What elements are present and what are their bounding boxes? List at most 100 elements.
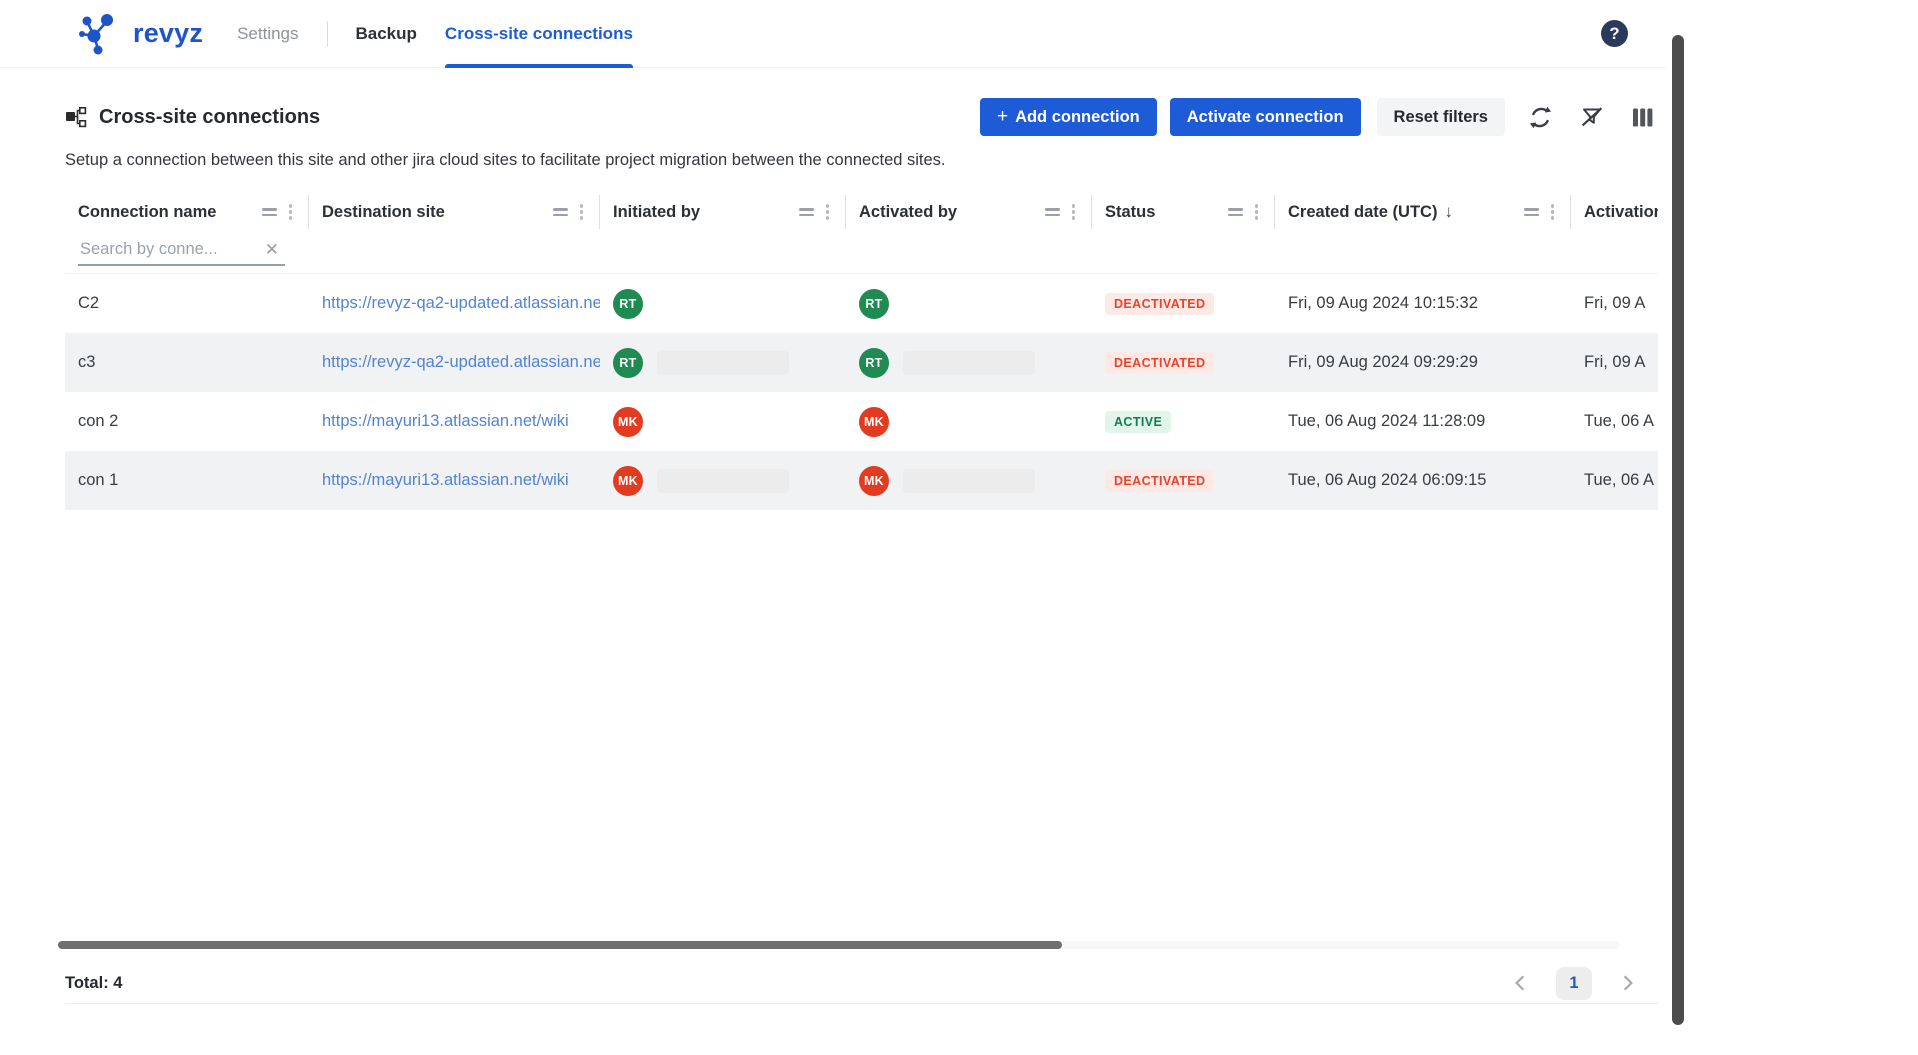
activation-date-cell: Tue, 06 A [1571, 392, 1658, 451]
table-row[interactable]: con 1 https://mayuri13.atlassian.net/wiki… [65, 451, 1658, 510]
add-connection-button[interactable]: +Add connection [980, 98, 1157, 136]
column-header-destination-site[interactable]: Destination site [309, 195, 600, 229]
vertical-scrollbar-thumb[interactable] [1672, 35, 1684, 1025]
table-filter-row: ✕ [65, 232, 1658, 274]
filter-off-icon [1579, 104, 1605, 130]
column-header-status[interactable]: Status [1092, 195, 1275, 229]
table-header-row: Connection name Destination site Initiat… [65, 192, 1658, 232]
table-body: C2 https://revyz-qa2-updated.atlassian.ne… [65, 274, 1658, 510]
columns-icon [1630, 105, 1655, 130]
destination-link[interactable]: https://revyz-qa2-updated.atlassian.net [322, 294, 600, 313]
horizontal-scrollbar-thumb[interactable] [58, 941, 1062, 949]
connection-name-cell: con 1 [65, 451, 309, 510]
activated-by-cell: MK [846, 392, 1092, 451]
destination-site-cell: https://mayuri13.atlassian.net/wiki [309, 451, 600, 510]
column-header-activation-date[interactable]: Activation date (UTC) [1571, 195, 1658, 229]
activated-by-cell: RT [846, 333, 1092, 392]
column-header-created-date[interactable]: Created date (UTC) ↓ [1275, 195, 1571, 229]
destination-link[interactable]: https://mayuri13.atlassian.net/wiki [322, 471, 569, 490]
tab-backup[interactable]: Backup [356, 0, 417, 67]
column-filter-icon[interactable] [553, 208, 568, 216]
connection-name-cell: C2 [65, 274, 309, 333]
column-menu-icon[interactable] [1253, 202, 1261, 222]
clear-column-filters-button[interactable] [1576, 101, 1608, 133]
connection-name-cell: con 2 [65, 392, 309, 451]
initiated-by-avatar: RT [613, 289, 643, 319]
activated-by-cell: MK [846, 451, 1092, 510]
column-header-activated-by[interactable]: Activated by [846, 195, 1092, 229]
clear-search-icon[interactable]: ✕ [259, 241, 285, 258]
tab-divider [327, 21, 328, 47]
column-menu-icon[interactable] [1070, 202, 1078, 222]
table-row[interactable]: con 2 https://mayuri13.atlassian.net/wiki… [65, 392, 1658, 451]
horizontal-scrollbar-track[interactable] [58, 941, 1620, 949]
status-badge: DEACTIVATED [1105, 352, 1214, 374]
column-menu-icon[interactable] [824, 202, 832, 222]
connections-table: Connection name Destination site Initiat… [65, 192, 1658, 510]
page-header: Cross-site connections +Add connection A… [65, 98, 1658, 136]
chevron-left-icon [1512, 974, 1528, 992]
created-date-cell: Fri, 09 Aug 2024 09:29:29 [1275, 333, 1571, 392]
status-badge: DEACTIVATED [1105, 293, 1214, 315]
sort-desc-icon[interactable]: ↓ [1444, 202, 1453, 222]
skeleton-placeholder [903, 469, 1035, 493]
app-root: revyz Settings Backup Cross-site connect… [0, 0, 1918, 1055]
connection-name-cell: c3 [65, 333, 309, 392]
initiated-by-avatar: RT [613, 348, 643, 378]
question-mark-icon: ? [1609, 24, 1619, 44]
reset-filters-button[interactable]: Reset filters [1377, 98, 1505, 136]
column-header-initiated-by[interactable]: Initiated by [600, 195, 846, 229]
initiated-by-cell: RT [600, 333, 846, 392]
column-filter-icon[interactable] [1045, 208, 1060, 216]
activation-date-cell: Tue, 06 A [1571, 451, 1658, 510]
destination-link[interactable]: https://revyz-qa2-updated.atlassian.net [322, 353, 600, 372]
column-filter-icon[interactable] [1524, 208, 1539, 216]
nav-tabs: Settings Backup Cross-site connections [237, 0, 633, 67]
activate-connection-button[interactable]: Activate connection [1170, 98, 1361, 136]
status-cell: DEACTIVATED [1092, 333, 1275, 392]
table-footer: Total: 4 1 [65, 963, 1658, 1003]
chevron-right-icon [1620, 974, 1636, 992]
plus-icon: + [997, 106, 1008, 127]
columns-button[interactable] [1627, 102, 1658, 133]
activation-date-cell: Fri, 09 A [1571, 274, 1658, 333]
top-navbar: revyz Settings Backup Cross-site connect… [0, 0, 1665, 68]
pagination: 1 [1510, 967, 1638, 1000]
table-row[interactable]: C2 https://revyz-qa2-updated.atlassian.ne… [65, 274, 1658, 333]
column-header-connection-name[interactable]: Connection name [65, 195, 309, 229]
column-filter-icon[interactable] [262, 208, 277, 216]
column-menu-icon[interactable] [287, 202, 295, 222]
refresh-button[interactable] [1524, 101, 1557, 134]
connection-name-search: ✕ [78, 239, 285, 266]
initiated-by-cell: MK [600, 392, 846, 451]
status-cell: DEACTIVATED [1092, 451, 1275, 510]
column-menu-icon[interactable] [1549, 202, 1557, 222]
tab-settings[interactable]: Settings [237, 0, 298, 67]
page-subtitle: Setup a connection between this site and… [65, 151, 1658, 170]
created-date-cell: Tue, 06 Aug 2024 11:28:09 [1275, 392, 1571, 451]
next-page-button[interactable] [1618, 972, 1638, 994]
initiated-by-avatar: MK [613, 407, 643, 437]
help-button[interactable]: ? [1601, 20, 1628, 47]
activated-by-avatar: MK [859, 407, 889, 437]
table-row[interactable]: c3 https://revyz-qa2-updated.atlassian.ne… [65, 333, 1658, 392]
brand: revyz [78, 13, 203, 55]
created-date-cell: Fri, 09 Aug 2024 10:15:32 [1275, 274, 1571, 333]
skeleton-placeholder [657, 469, 789, 493]
status-cell: DEACTIVATED [1092, 274, 1275, 333]
revyz-logo-icon [78, 13, 124, 55]
search-input[interactable] [78, 239, 259, 260]
previous-page-button[interactable] [1510, 972, 1530, 994]
column-filter-icon[interactable] [799, 208, 814, 216]
destination-site-cell: https://revyz-qa2-updated.atlassian.net [309, 274, 600, 333]
column-menu-icon[interactable] [578, 202, 586, 222]
destination-link[interactable]: https://mayuri13.atlassian.net/wiki [322, 412, 569, 431]
page-title-wrap: Cross-site connections [65, 106, 320, 129]
activated-by-avatar: MK [859, 466, 889, 496]
skeleton-placeholder [657, 351, 789, 375]
brand-name: revyz [133, 18, 203, 49]
page-number[interactable]: 1 [1556, 967, 1592, 1000]
status-cell: ACTIVE [1092, 392, 1275, 451]
column-filter-icon[interactable] [1228, 208, 1243, 216]
tab-cross-site-connections[interactable]: Cross-site connections [445, 0, 633, 67]
